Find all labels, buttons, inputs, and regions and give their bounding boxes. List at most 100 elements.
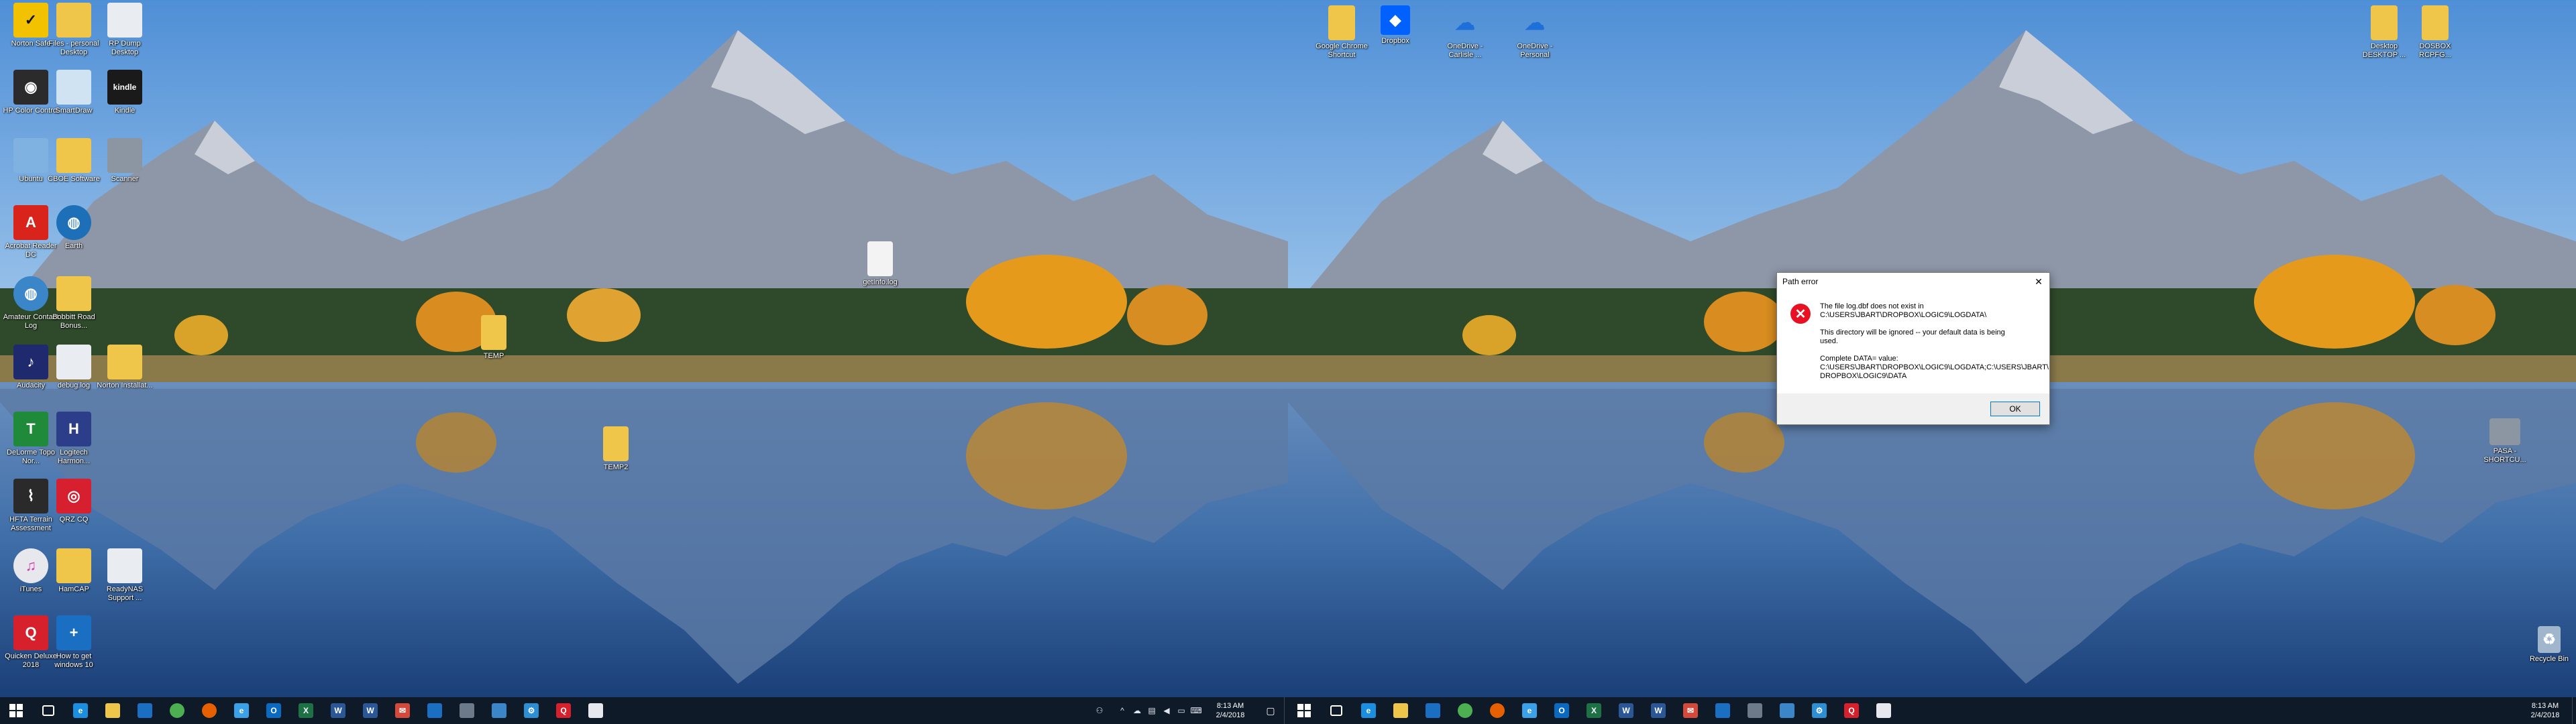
taskbar-app[interactable]: e <box>1352 697 1385 724</box>
clock-date: 2/4/2018 <box>1216 711 1245 719</box>
desktop-icon-logitech-harmony[interactable]: H Logitech Harmon... <box>44 412 103 466</box>
taskbar-app[interactable] <box>1417 697 1449 724</box>
folder-icon <box>107 345 142 379</box>
taskbar-app[interactable]: Q <box>547 697 580 724</box>
clock-time: 8:13 AM <box>1216 702 1244 710</box>
logitech-icon: H <box>56 412 91 446</box>
desktop-icon-bobbitt-road[interactable]: Bobbitt Road Bonus... <box>44 276 103 330</box>
snipping-tool-icon <box>492 703 506 718</box>
excel-icon: X <box>1587 703 1601 718</box>
dialog-message: The file log.dbf does not exist in C:\US… <box>1820 302 2049 394</box>
chrome-icon <box>1458 703 1472 718</box>
desktop-icon-kindle[interactable]: kindle Kindle <box>95 70 154 115</box>
taskbar-app[interactable]: W <box>354 697 386 724</box>
icon-label: ReadyNAS Support ... <box>106 585 144 602</box>
document-icon <box>56 70 91 105</box>
onedrive-icon: ☁ <box>1525 11 1545 34</box>
desktop-icon-rp-dump[interactable]: RP Dump Desktop <box>95 3 154 57</box>
taskbar-app[interactable]: ✉ <box>386 697 419 724</box>
taskbar-app[interactable]: X <box>290 697 322 724</box>
taskbar-app[interactable] <box>1739 697 1771 724</box>
desktop-icon-dropbox[interactable]: ◆ Dropbox <box>1366 5 1425 46</box>
plus-icon: + <box>56 615 91 650</box>
show-desktop-button[interactable] <box>2572 697 2576 724</box>
desktop-icon-smartdraw[interactable]: SmartDraw <box>44 70 103 115</box>
taskbar-app[interactable] <box>1449 697 1481 724</box>
taskbar-app[interactable] <box>419 697 451 724</box>
taskbar-app[interactable]: O <box>1546 697 1578 724</box>
desktop-icon-getinfo-log[interactable]: getInfo.log <box>851 241 910 287</box>
desktop-icon-dosbox[interactable]: DOSBOX RCPFG... <box>2406 5 2465 60</box>
taskbar-app[interactable] <box>1868 697 1900 724</box>
clock[interactable]: 8:13 AM 2/4/2018 <box>2518 701 2572 720</box>
close-icon[interactable]: ✕ <box>2028 273 2049 290</box>
desktop-icon-files-personal[interactable]: Files - personal Desktop <box>44 3 103 57</box>
desktop-icon-scanner[interactable]: Scanner <box>95 138 154 184</box>
taskbar-app[interactable]: e <box>225 697 258 724</box>
taskbar-app[interactable]: X <box>1578 697 1610 724</box>
taskbar-app[interactable]: W <box>322 697 354 724</box>
start-button[interactable] <box>0 697 32 724</box>
taskbar-app[interactable]: ⚙ <box>515 697 547 724</box>
desktop-icon-earth[interactable]: ◍ Earth <box>44 205 103 251</box>
taskbar-app[interactable] <box>1320 697 1352 724</box>
wallpaper-image <box>0 0 1288 697</box>
icon-label: Kindle <box>114 107 136 115</box>
desktop-icon-cboe[interactable]: CBOE Software <box>44 138 103 184</box>
desktop-icon-desktop-folder[interactable]: Desktop DESKTOP ... <box>2355 5 2414 60</box>
chevron-up-icon[interactable]: ^ <box>1115 706 1130 715</box>
recycle-bin-icon: ♻ <box>2538 626 2561 653</box>
snipping-tool-icon <box>1780 703 1794 718</box>
taskbar-app[interactable] <box>483 697 515 724</box>
taskbar-app[interactable]: ⚙ <box>1803 697 1835 724</box>
desktop-icon-recycle-bin[interactable]: ♻ Recycle Bin <box>2520 626 2576 664</box>
taskbar-app[interactable] <box>451 697 483 724</box>
taskbar-app[interactable] <box>97 697 129 724</box>
desktop-icon-pasa-shortcut[interactable]: PASA - SHORTCU... <box>2475 418 2534 465</box>
desktop-icon-hamcap[interactable]: HamCAP <box>44 548 103 594</box>
volume-icon[interactable]: ◀ <box>1159 706 1174 715</box>
folder-icon <box>56 548 91 583</box>
icon-label: getInfo.log <box>863 278 898 286</box>
taskbar-app[interactable]: O <box>258 697 290 724</box>
taskbar-app[interactable]: Q <box>1835 697 1868 724</box>
action-center-icon[interactable]: ▢ <box>1257 697 1284 724</box>
taskbar-app[interactable] <box>580 697 612 724</box>
taskbar-app[interactable] <box>1481 697 1513 724</box>
keyboard-icon[interactable]: ⌨ <box>1189 706 1203 715</box>
taskbar-app[interactable] <box>193 697 225 724</box>
desktop-icon-temp2[interactable]: TEMP2 <box>586 426 645 472</box>
taskbar-app[interactable]: W <box>1642 697 1674 724</box>
battery-icon[interactable]: ▭ <box>1174 706 1189 715</box>
onedrive-tray-icon[interactable]: ☁ <box>1130 706 1144 715</box>
path-error-dialog: Path error ✕ ✕ The file log.dbf does not… <box>1776 272 2050 425</box>
taskbar-app[interactable] <box>1385 697 1417 724</box>
desktop-icon-readynas[interactable]: ReadyNAS Support ... <box>95 548 154 603</box>
desktop-icon-onedrive-personal[interactable]: ☁ OneDrive - Personal <box>1505 5 1564 60</box>
taskbar-app[interactable] <box>1771 697 1803 724</box>
taskbar-app[interactable] <box>129 697 161 724</box>
taskbar-app[interactable] <box>32 697 64 724</box>
desktop-icon-debug-log[interactable]: debug.log <box>44 345 103 390</box>
clock[interactable]: 8:13 AM 2/4/2018 <box>1203 701 1257 720</box>
desktop-icon-google-chrome-shortcut[interactable]: Google Chrome Shortcut <box>1312 5 1371 60</box>
people-icon[interactable]: ⚇ <box>1092 706 1107 715</box>
taskbar-app[interactable] <box>1707 697 1739 724</box>
taskbar-app[interactable]: W <box>1610 697 1642 724</box>
taskbar-app[interactable]: e <box>1513 697 1546 724</box>
desktop-icon-onedrive-carlisle[interactable]: ☁ OneDrive - Carlisle ... <box>1436 5 1495 60</box>
desktop-icon-temp[interactable]: TEMP <box>464 315 523 361</box>
taskbar-app[interactable]: e <box>64 697 97 724</box>
icon-label: HamCAP <box>58 585 89 593</box>
desktop-icon-norton-installation[interactable]: Norton Installat... <box>95 345 154 390</box>
outlook-icon: O <box>266 703 281 718</box>
desktop-icon-qrz-cq[interactable]: ◎ QRZ CQ <box>44 479 103 524</box>
settings-icon: ⚙ <box>524 703 539 718</box>
taskbar-app[interactable] <box>161 697 193 724</box>
desktop-icon-get-windows-10[interactable]: + How to get windows 10 <box>44 615 103 670</box>
dialog-footer: OK <box>1777 394 2049 424</box>
ok-button[interactable]: OK <box>1990 402 2040 416</box>
taskbar-app[interactable]: ✉ <box>1674 697 1707 724</box>
network-icon[interactable]: ▤ <box>1144 706 1159 715</box>
start-button[interactable] <box>1288 697 1320 724</box>
